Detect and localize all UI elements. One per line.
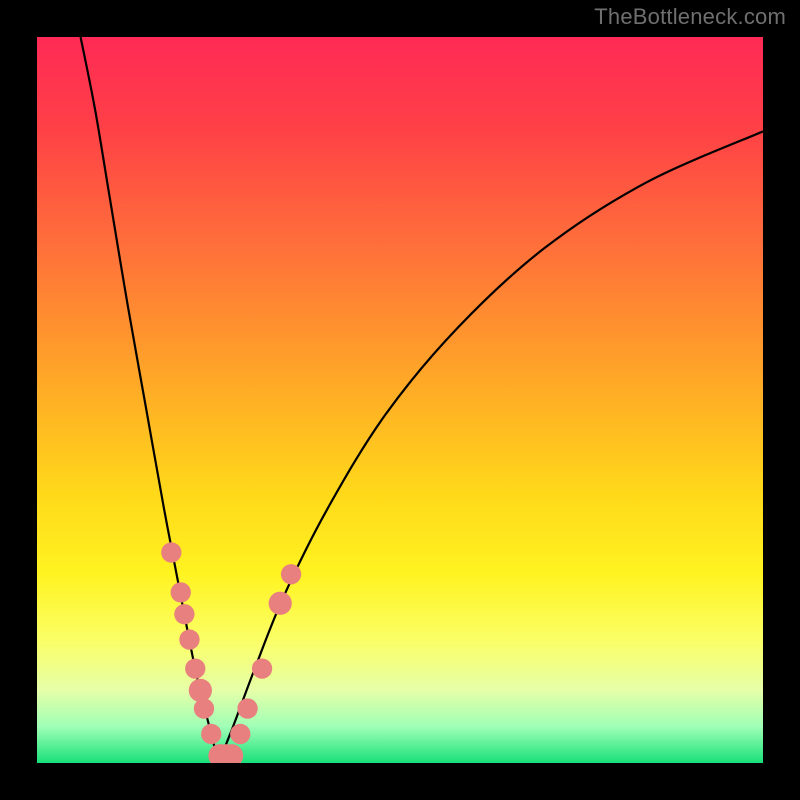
data-marker — [185, 658, 205, 678]
data-marker — [252, 658, 272, 678]
watermark-text: TheBottleneck.com — [594, 4, 786, 30]
data-marker — [179, 629, 199, 649]
data-marker — [237, 698, 257, 718]
data-marker — [189, 679, 212, 702]
data-marker — [194, 698, 214, 718]
data-marker — [269, 592, 292, 615]
data-marker — [230, 724, 250, 744]
curve-layer — [37, 37, 763, 763]
curve-left-branch — [81, 37, 219, 763]
chart-frame: TheBottleneck.com — [0, 0, 800, 800]
data-marker — [201, 724, 221, 744]
plot-area — [37, 37, 763, 763]
curve-right-branch — [219, 131, 764, 763]
data-marker — [281, 564, 301, 584]
data-marker — [174, 604, 194, 624]
data-marker — [161, 542, 181, 562]
data-marker — [171, 582, 191, 602]
